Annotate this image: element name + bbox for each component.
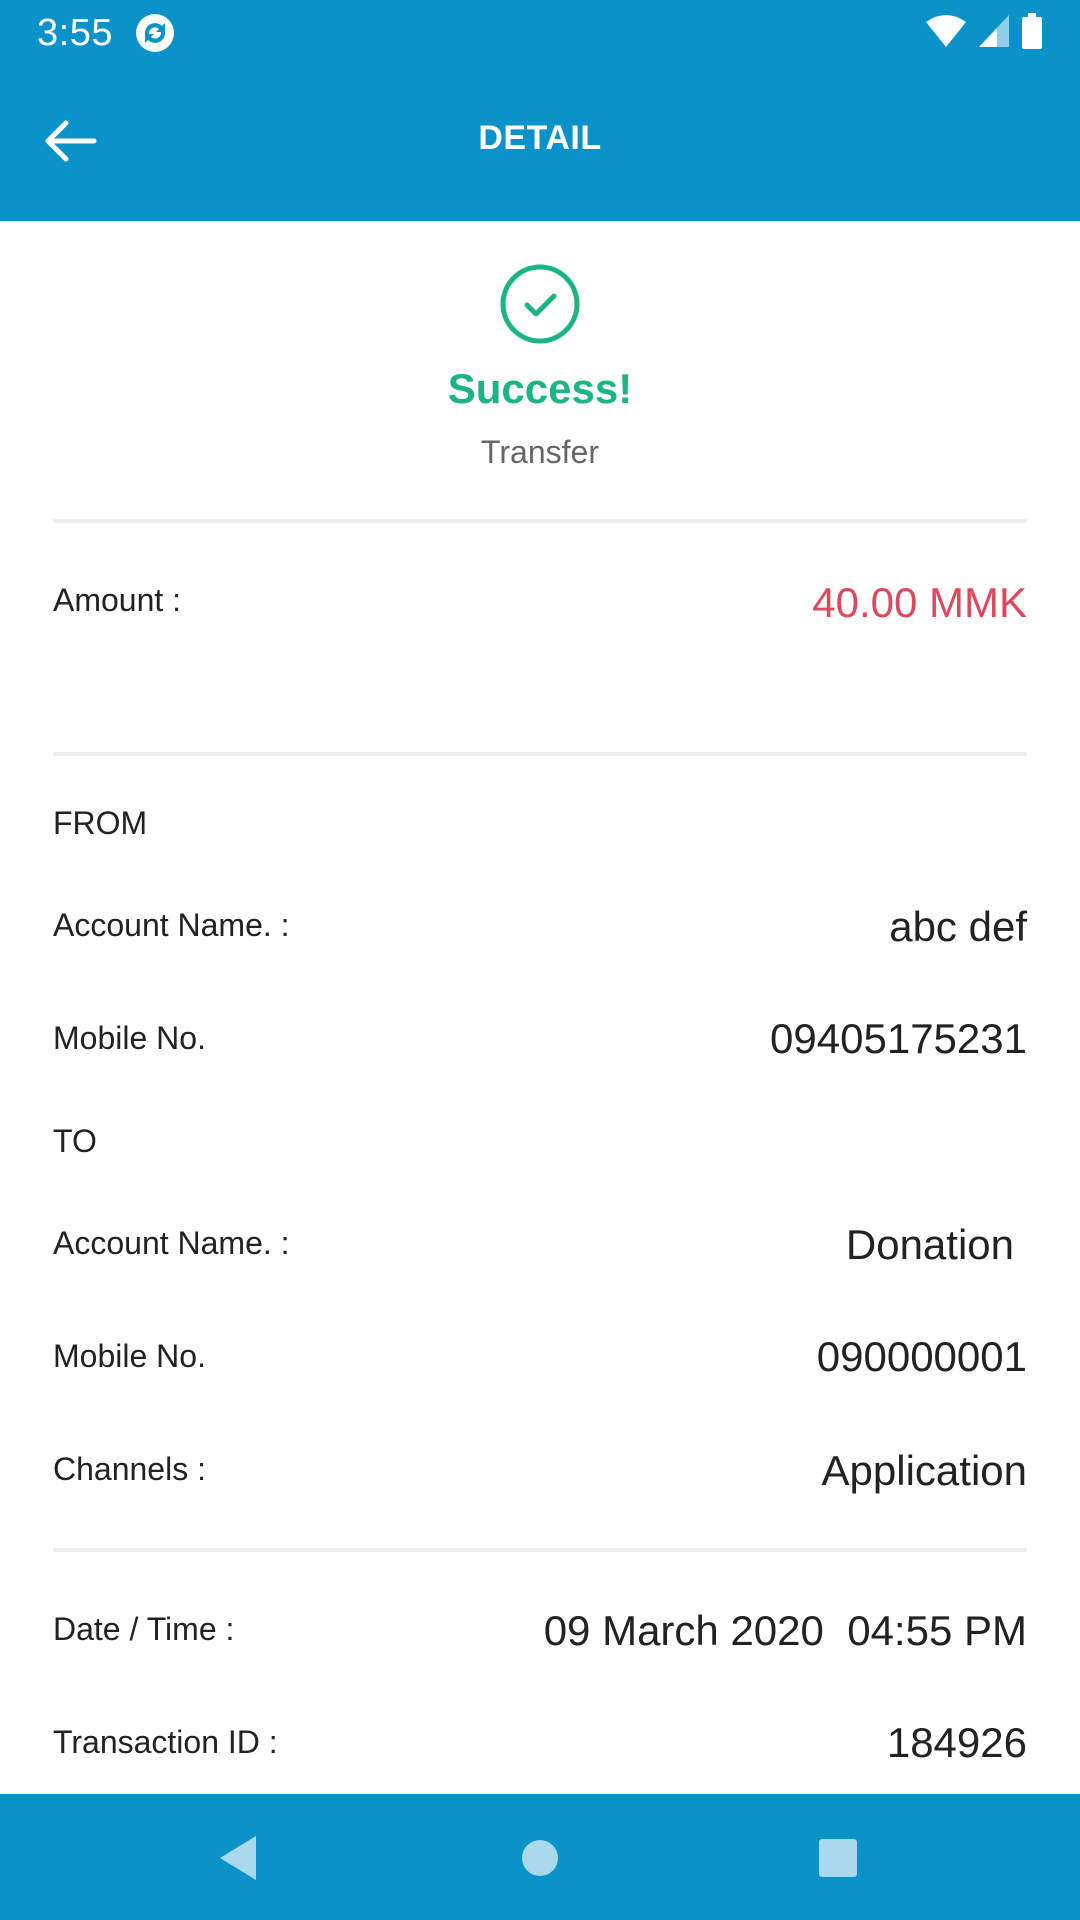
divider (53, 1548, 1027, 1552)
nav-recents-button[interactable] (808, 1828, 868, 1888)
status-time: 3:55 (37, 12, 113, 54)
back-triangle-icon (220, 1836, 256, 1880)
home-circle-icon (522, 1840, 558, 1876)
channels-label: Channels : (53, 1451, 206, 1487)
divider (53, 519, 1027, 523)
recents-square-icon (819, 1839, 857, 1877)
datetime-value: 09 March 2020 04:55 PM (543, 1607, 1027, 1654)
app-bar: DETAIL (0, 66, 1080, 221)
to-account-name-label: Account Name. : (53, 1225, 290, 1261)
from-section-title: FROM (53, 805, 148, 841)
transaction-id-value: 184926 (886, 1719, 1027, 1766)
divider (53, 752, 1027, 756)
to-mobile-label: Mobile No. (53, 1338, 206, 1374)
channels-value: Application (821, 1447, 1027, 1494)
from-mobile-label: Mobile No. (53, 1020, 206, 1056)
from-account-name: abc def (889, 903, 1027, 950)
check-circle-icon (499, 263, 581, 345)
datetime-label: Date / Time : (53, 1611, 235, 1647)
nav-home-button[interactable] (510, 1828, 570, 1888)
transaction-type: Transfer (481, 434, 599, 470)
status-bar: 3:55 (0, 0, 1080, 66)
app-sync-icon (134, 12, 176, 54)
amount-label: Amount : (53, 582, 182, 618)
status-icons (925, 12, 1043, 54)
to-mobile: 090000001 (816, 1333, 1027, 1380)
amount-value: 40.00 MMK (812, 579, 1027, 626)
page-title: DETAIL (478, 119, 602, 157)
system-nav-bar (0, 1794, 1080, 1920)
battery-icon (1021, 12, 1043, 54)
success-title: Success! (447, 365, 633, 412)
transaction-id-label: Transaction ID : (53, 1724, 278, 1760)
from-mobile: 09405175231 (770, 1015, 1027, 1062)
to-section-title: TO (53, 1123, 97, 1159)
transaction-detail: Success! Transfer Amount : 40.00 MMK FRO… (0, 221, 1080, 1794)
signal-icon (977, 14, 1011, 53)
nav-back-button[interactable] (210, 1828, 270, 1888)
from-account-name-label: Account Name. : (53, 907, 290, 943)
to-account-name: Donation (845, 1221, 1014, 1268)
wifi-icon (925, 14, 967, 53)
